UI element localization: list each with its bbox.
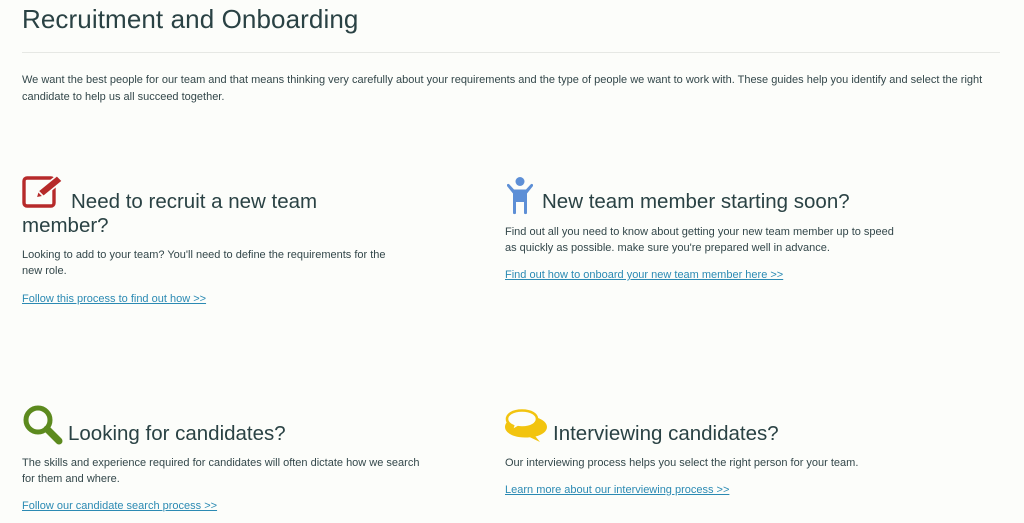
- interview-process-link[interactable]: Learn more about our interviewing proces…: [505, 484, 729, 496]
- candidate-search-link[interactable]: Follow our candidate search process >>: [22, 500, 217, 512]
- card-description: Looking to add to your team? You'll need…: [22, 249, 386, 277]
- card-heading: Looking for candidates?: [68, 422, 286, 445]
- search-icon: [22, 404, 64, 451]
- card-heading: Need to recruit a new team member?: [22, 190, 318, 237]
- page: Recruitment and Onboarding We want the b…: [0, 0, 1024, 523]
- page-title: Recruitment and Onboarding: [22, 4, 359, 34]
- title-divider: [22, 52, 1000, 53]
- card-heading: Interviewing candidates?: [553, 422, 779, 445]
- chat-bubbles-icon: [505, 408, 549, 449]
- onboard-link[interactable]: Find out how to onboard your new team me…: [505, 269, 783, 281]
- intro-text: We want the best people for our team and…: [22, 74, 983, 103]
- card-description: Our interviewing process helps you selec…: [505, 457, 859, 469]
- card-description: The skills and experience required for c…: [22, 457, 420, 485]
- card-heading: New team member starting soon?: [542, 190, 850, 213]
- person-icon: [505, 176, 535, 221]
- recruit-process-link[interactable]: Follow this process to find out how >>: [22, 293, 206, 305]
- card-description: Find out all you need to know about gett…: [505, 226, 894, 254]
